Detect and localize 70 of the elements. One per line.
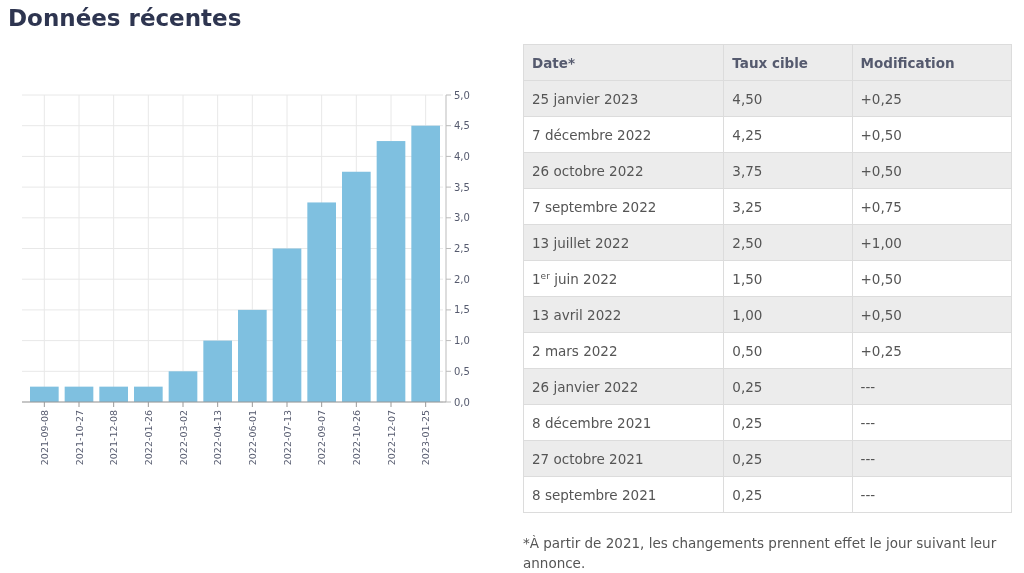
- axis-tick-label: 1,5: [454, 304, 470, 316]
- table-cell: 3,25: [723, 188, 852, 225]
- axis-tick-label: 1,0: [454, 335, 470, 347]
- table-cell: 1,50: [723, 260, 852, 297]
- table-cell: ---: [852, 440, 1012, 477]
- bar: [134, 386, 163, 402]
- category-label: 2022-10-26: [350, 410, 362, 466]
- axis-tick-label: 5,0: [454, 89, 470, 101]
- table-cell: 0,25: [723, 476, 852, 513]
- table-cell: 26 octobre 2022: [523, 152, 724, 189]
- table-cell: 2,50: [723, 224, 852, 261]
- axis-tick-label: 4,5: [454, 120, 470, 132]
- table-cell: +1,00: [852, 224, 1012, 261]
- bar: [64, 386, 94, 402]
- table-cell: 7 septembre 2022: [523, 188, 724, 225]
- bar: [99, 386, 128, 402]
- category-label: 2022-01-26: [142, 410, 154, 466]
- table-cell: +0,50: [852, 116, 1012, 153]
- table-cell: 0,25: [723, 404, 852, 441]
- table-cell: 2 mars 2022: [523, 332, 724, 369]
- bar: [30, 386, 59, 402]
- table-cell: 26 janvier 2022: [523, 368, 724, 405]
- table-cell: 4,50: [723, 80, 852, 117]
- table-cell: ---: [852, 404, 1012, 441]
- category-label: 2021-10-27: [73, 410, 85, 466]
- bar: [168, 371, 198, 402]
- table-cell: 13 avril 2022: [523, 296, 724, 333]
- category-label: 2022-09-07: [316, 410, 328, 466]
- category-label: 2022-03-02: [177, 410, 189, 466]
- category-label: 2022-07-13: [281, 410, 293, 466]
- table-cell: 0,50: [723, 332, 852, 369]
- column-header: Taux cible: [723, 44, 852, 81]
- axis-tick-label: 3,5: [454, 181, 470, 193]
- table-cell: +0,75: [852, 188, 1012, 225]
- category-label: 2022-12-07: [385, 410, 397, 466]
- category-label: 2021-12-08: [108, 410, 120, 466]
- table-cell: +0,50: [852, 260, 1012, 297]
- table-cell: ---: [852, 476, 1012, 513]
- category-label: 2022-04-13: [212, 410, 224, 466]
- table-cell: 8 septembre 2021: [523, 476, 724, 513]
- axis-tick-label: 3,0: [454, 212, 470, 224]
- table-cell: ---: [852, 368, 1012, 405]
- table-cell: +0,50: [852, 296, 1012, 333]
- category-label: 2021-09-08: [38, 410, 50, 466]
- axis-tick-label: 2,5: [454, 243, 470, 254]
- category-label: 2022-06-01: [246, 410, 258, 466]
- table-cell: 8 décembre 2021: [523, 404, 724, 441]
- axis-tick-label: 4,0: [454, 150, 470, 162]
- column-header: Modification: [852, 44, 1012, 81]
- table-cell: 3,75: [723, 152, 852, 189]
- bar: [203, 340, 232, 402]
- column-header: Date*: [523, 44, 724, 81]
- table-cell: 25 janvier 2023: [523, 80, 724, 117]
- table-cell: 13 juillet 2022: [523, 224, 724, 261]
- page-title: Données récentes: [7, 4, 243, 33]
- table-cell: 0,25: [723, 368, 852, 405]
- axis-tick-label: 2,0: [454, 273, 470, 285]
- category-label: 2023-01-25: [420, 410, 432, 466]
- table-cell: 7 décembre 2022: [523, 116, 724, 153]
- axis-tick-label: 0,0: [454, 396, 470, 408]
- table-cell: +0,25: [852, 332, 1012, 369]
- table-cell: 1,00: [723, 296, 852, 333]
- table-cell: 4,25: [723, 116, 852, 153]
- table-cell: +0,25: [852, 80, 1012, 117]
- table-cell: 0,25: [723, 440, 852, 477]
- table-cell: 27 octobre 2021: [523, 440, 724, 477]
- table-cell: +0,50: [852, 152, 1012, 189]
- axis-tick-label: 0,5: [454, 365, 470, 377]
- footnote: *À partir de 2021, les changements prennent effet le jour suivant leur annonce.: [523, 534, 998, 573]
- table-cell: 1$^{er}$ juin 2022: [523, 260, 724, 297]
